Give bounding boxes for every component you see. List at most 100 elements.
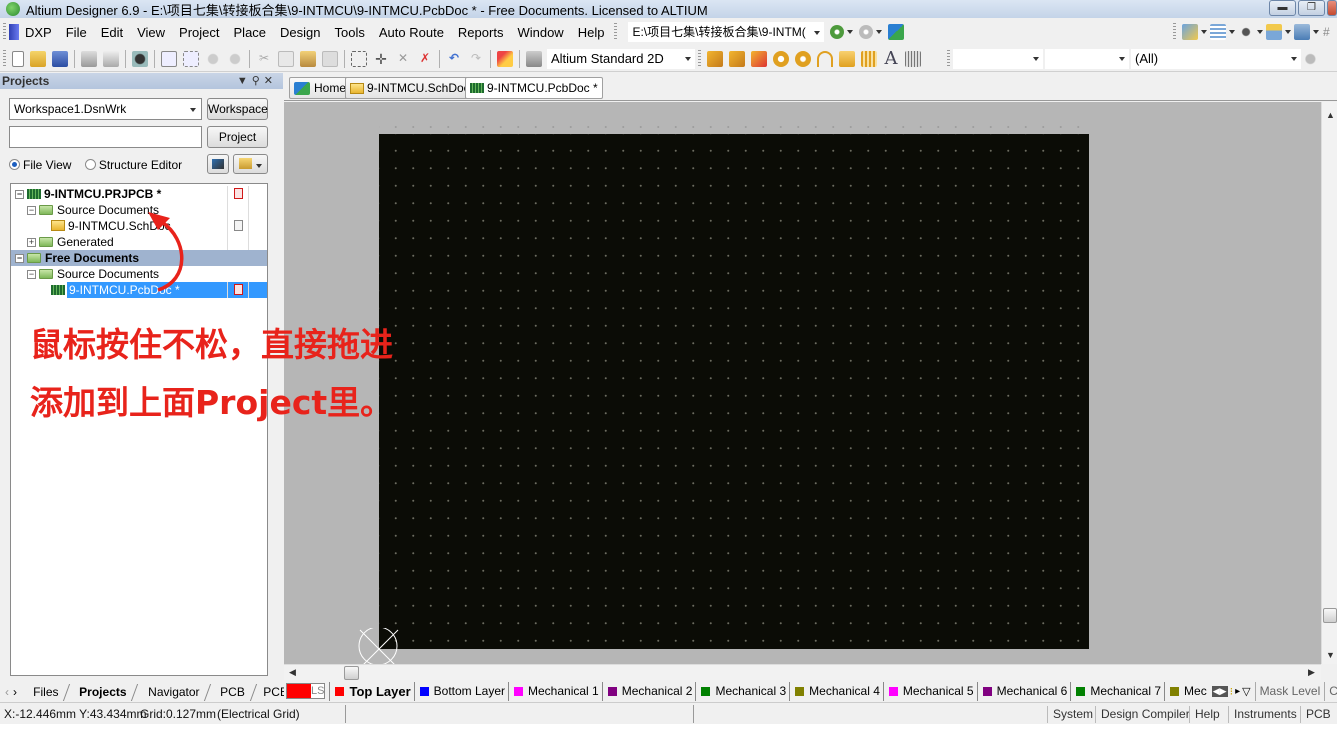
- workspace-select[interactable]: Workspace1.DsnWrk: [9, 98, 202, 120]
- menu-file[interactable]: File: [59, 25, 94, 40]
- layer-tab[interactable]: Mechanical 5: [882, 681, 977, 701]
- menu-window[interactable]: Window: [510, 25, 570, 40]
- zoom-filtered-icon[interactable]: [227, 50, 243, 67]
- browse-components-icon[interactable]: [526, 50, 542, 67]
- tree-item-pcbdoc[interactable]: 9-INTMCU.PcbDoc *: [11, 282, 267, 298]
- current-layer-indicator[interactable]: LS: [286, 683, 326, 699]
- document-path-combo[interactable]: E:\项目七集\转接板合集\9-INTM(: [628, 22, 825, 42]
- measure-icon[interactable]: [1266, 24, 1282, 40]
- toolbar-grip[interactable]: [698, 49, 701, 68]
- grid-icon[interactable]: #: [1323, 25, 1337, 39]
- tree-item-project[interactable]: − 9-INTMCU.PRJPCB *: [11, 186, 267, 202]
- tree-item-schdoc[interactable]: 9-INTMCU.SchDoc: [11, 218, 267, 234]
- move-icon[interactable]: ✛: [373, 51, 389, 67]
- tab-schdoc[interactable]: 9-INTMCU.SchDoc: [345, 77, 475, 99]
- status-instruments-button[interactable]: Instruments: [1228, 706, 1302, 723]
- structure-editor-radio[interactable]: Structure Editor: [84, 158, 182, 172]
- menu-edit[interactable]: Edit: [94, 25, 130, 40]
- menu-view[interactable]: View: [130, 25, 172, 40]
- via-icon[interactable]: [795, 50, 811, 67]
- chevron-down-icon[interactable]: [1229, 30, 1235, 34]
- room-icon[interactable]: [1294, 24, 1310, 40]
- select-area-icon[interactable]: [351, 50, 367, 67]
- collapse-icon[interactable]: −: [27, 270, 36, 279]
- zoom-selected-icon[interactable]: [205, 50, 221, 67]
- find-icon[interactable]: [1238, 24, 1254, 40]
- pin-icon[interactable]: ⚲: [252, 75, 264, 87]
- toolbar-grip[interactable]: [947, 49, 950, 68]
- chevron-down-icon[interactable]: [1201, 30, 1207, 34]
- tab-home[interactable]: Home: [289, 77, 352, 99]
- layer-tab[interactable]: Mechanical 6: [976, 681, 1071, 701]
- chevron-down-icon[interactable]: [847, 30, 854, 34]
- scroll-right-icon[interactable]: ▶: [1308, 667, 1315, 678]
- toolbar-grip[interactable]: [614, 23, 618, 41]
- layer-tab[interactable]: Mechanical 4: [789, 681, 883, 701]
- layer-tab[interactable]: Mechanical 2: [601, 681, 696, 701]
- toolbar-grip[interactable]: [3, 49, 6, 68]
- panel-tab-projects[interactable]: Projects: [64, 683, 139, 701]
- undo-icon[interactable]: ↶: [446, 51, 462, 67]
- pad-icon[interactable]: [773, 50, 789, 67]
- chevron-down-icon[interactable]: [1313, 30, 1319, 34]
- layer-stack-icon[interactable]: [132, 50, 148, 67]
- interactive-route-icon[interactable]: [707, 50, 723, 67]
- tree-item-source-documents[interactable]: − Source Documents: [11, 202, 267, 218]
- print-preview-icon[interactable]: [103, 50, 119, 67]
- panel-tab-navigator[interactable]: Navigator: [132, 683, 212, 701]
- filter-combo-1[interactable]: [953, 48, 1043, 69]
- collapse-icon[interactable]: −: [27, 206, 36, 215]
- fill-icon[interactable]: [839, 50, 855, 67]
- redo-icon[interactable]: ↷: [468, 51, 484, 67]
- scroll-left-icon[interactable]: ◀: [289, 667, 296, 678]
- polygon-pour-icon[interactable]: [861, 50, 877, 67]
- menu-reports[interactable]: Reports: [451, 25, 511, 40]
- net-filter-select[interactable]: (All): [1131, 48, 1301, 69]
- layer-sets-icon[interactable]: ⁝: [1230, 685, 1234, 698]
- project-menu-button[interactable]: [233, 154, 268, 174]
- chevron-down-icon[interactable]: [1291, 56, 1297, 61]
- arc-icon[interactable]: [817, 50, 833, 67]
- status-help-button[interactable]: Help: [1189, 706, 1225, 723]
- chevron-down-icon[interactable]: [876, 30, 883, 34]
- align-icon[interactable]: [1210, 24, 1226, 40]
- collapse-icon[interactable]: −: [15, 190, 24, 199]
- open-folder-icon[interactable]: [30, 50, 46, 67]
- chevron-down-icon[interactable]: [814, 31, 821, 35]
- back-icon[interactable]: [830, 25, 845, 39]
- toolbar-grip[interactable]: [1173, 23, 1176, 41]
- close-button[interactable]: [1327, 0, 1337, 16]
- clear-filter-icon[interactable]: ✗: [417, 51, 433, 67]
- menu-help[interactable]: Help: [571, 25, 612, 40]
- tab-scroll-left-icon[interactable]: ‹: [5, 685, 9, 699]
- clear-button[interactable]: Clear: [1324, 681, 1337, 701]
- pcb-workspace[interactable]: [284, 102, 1321, 664]
- pcb-board[interactable]: [379, 134, 1089, 649]
- design-rule-icon[interactable]: [1182, 24, 1198, 40]
- menu-dxp[interactable]: DXP: [23, 25, 59, 40]
- layer-tab[interactable]: Mechanical 1: [508, 681, 602, 701]
- filter-combo-2[interactable]: [1045, 48, 1129, 69]
- status-design-compiler-button[interactable]: Design Compiler: [1095, 706, 1195, 723]
- view-mode-select[interactable]: Altium Standard 2D: [547, 48, 695, 69]
- deselect-icon[interactable]: ✕: [395, 51, 411, 67]
- layer-tab[interactable]: Bottom Layer: [413, 681, 508, 701]
- restore-button[interactable]: ❐: [1298, 0, 1325, 16]
- project-tree[interactable]: −9-INTMCU.PRJPCB * − Source Documents 9-I…: [10, 183, 268, 676]
- layer-scroll-icon[interactable]: ◀▶: [1211, 685, 1228, 697]
- workspace-button[interactable]: Workspace: [207, 98, 268, 120]
- menu-auto-route[interactable]: Auto Route: [372, 25, 451, 40]
- toolbar-grip[interactable]: [3, 23, 6, 41]
- menu-tools[interactable]: Tools: [328, 25, 372, 40]
- save-icon[interactable]: [52, 50, 68, 67]
- layer-tab[interactable]: Top Layer: [329, 681, 413, 701]
- chevron-down-icon[interactable]: [1033, 56, 1039, 61]
- expand-icon[interactable]: +: [27, 238, 36, 247]
- panel-menu-icon[interactable]: ▼: [237, 75, 252, 87]
- layer-next-icon[interactable]: ▸: [1235, 686, 1240, 697]
- crosshair-icon[interactable]: [497, 50, 513, 67]
- paste-icon[interactable]: [300, 50, 316, 67]
- file-view-radio[interactable]: File View: [9, 158, 71, 172]
- scroll-up-icon[interactable]: ▲: [1326, 110, 1335, 120]
- home-icon[interactable]: [888, 24, 905, 40]
